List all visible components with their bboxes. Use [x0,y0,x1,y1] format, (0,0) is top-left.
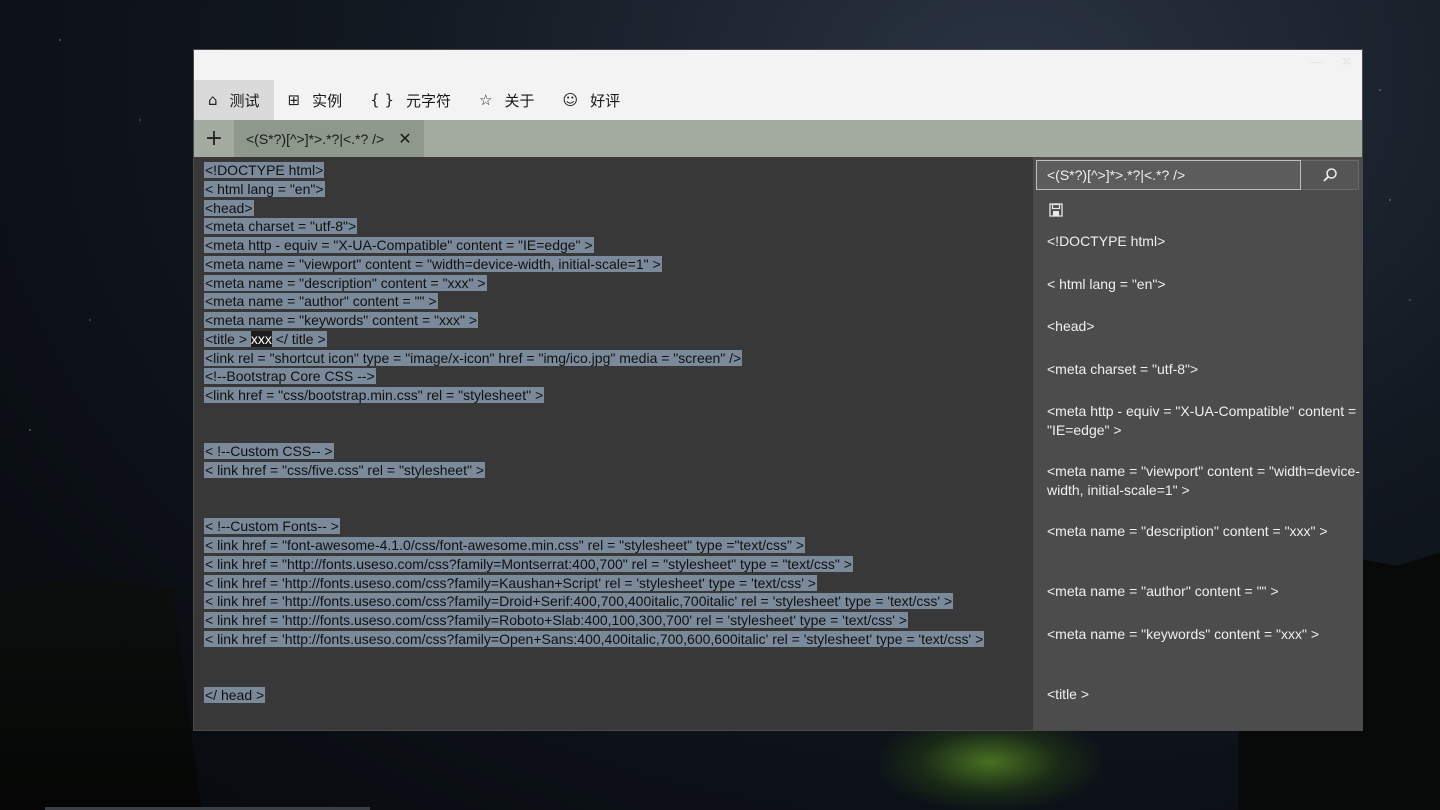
result-item[interactable]: <meta name = "description" content = "xx… [1047,520,1362,580]
editor-line: < link href = 'http://fonts.useso.com/cs… [204,574,817,591]
nav-item-metachars[interactable]: { } 元字符 [356,80,465,120]
editor-line: <!DOCTYPE html> [204,162,325,178]
title-bar: — ✕ [194,50,1362,80]
minimize-button[interactable]: — [1310,54,1323,70]
nav-label: 好评 [590,92,621,110]
editor-line: < link href = 'http://fonts.useso.com/cs… [204,593,954,610]
search-icon [1322,168,1337,182]
smiley-icon: ☺ [562,91,579,109]
add-tab-button[interactable]: + [194,120,234,157]
editor-line: <meta name = "viewport" content = "width… [204,255,662,272]
nav-label: 元字符 [406,92,452,110]
search-bar [1036,160,1359,190]
results-panel: <!DOCTYPE html>< html lang = "en"><head>… [1033,157,1362,730]
tab-label: <(S*?)[^>]*>.*?|<.*? /> [246,130,385,147]
match-results-list: <!DOCTYPE html> < html lang = "en"> <head>… [1033,230,1362,730]
grid-icon: ⊞ [287,91,301,109]
editor-line: <meta http - equiv = "X-UA-Compatible" c… [204,237,594,253]
editor-line: <title > xxx </ title > [204,330,327,347]
result-item[interactable]: </ title > [1047,725,1362,730]
result-item[interactable]: <meta name = "keywords" content = "xxx" … [1047,623,1362,683]
editor-line: < link href = 'http://fonts.useso.com/cs… [204,630,985,647]
nav-item-home[interactable]: ⌂ 测试 [194,80,274,120]
nav-label: 实例 [312,92,343,110]
editor-line: <meta charset = "utf-8"> [204,218,358,235]
text-editor[interactable]: <!DOCTYPE html> < html lang = "en"> <head>… [194,157,1033,730]
nav-bar: ⌂ 测试 ⊞ 实例 { } 元字符 ☆ 关于 ☺ 好评 [194,80,1362,120]
result-item[interactable]: <head> [1047,315,1362,358]
editor-line: < link href = "font-awesome-4.1.0/css/fo… [204,537,806,553]
search-button[interactable] [1301,160,1359,190]
nav-label: 测试 [229,92,260,110]
home-icon: ⌂ [208,91,218,109]
editor-line: <meta name = "description" content = "xx… [204,274,487,291]
nav-item-about[interactable]: ☆ 关于 [465,80,548,120]
braces-icon: { } [370,91,394,109]
editor-line: < link href = "css/five.css" rel = "styl… [204,462,485,478]
result-item[interactable]: <meta charset = "utf-8"> [1047,358,1362,401]
editor-line: </ head > [204,687,266,703]
tab-regex[interactable]: <(S*?)[^>]*>.*?|<.*? /> ✕ [234,120,424,157]
editor-line: <meta name = "keywords" content = "xxx" … [204,312,479,328]
editor-line: < link href = "http://fonts.useso.com/cs… [204,555,853,572]
editor-line: < link href = 'http://fonts.useso.com/cs… [204,612,909,628]
editor-line: <link href = "css/bootstrap.min.css" rel… [204,387,545,403]
result-item[interactable]: <title > [1047,683,1362,726]
result-item[interactable]: <!DOCTYPE html> [1047,230,1362,273]
editor-line: < html lang = "en"> [204,180,325,197]
app-window: — ✕ ⌂ 测试 ⊞ 实例 { } 元字符 ☆ 关于 ☺ 好评 + <(S*?)[^>]*>.*?… [194,50,1362,730]
result-item[interactable]: <meta name = "author" content = "" > [1047,580,1362,623]
close-window-button[interactable]: ✕ [1341,54,1352,70]
nav-item-rate[interactable]: ☺ 好评 [548,80,634,120]
regex-input[interactable] [1036,160,1301,190]
editor-line: <meta name = "author" content = "" > [204,293,438,310]
result-item[interactable]: <meta name = "viewport" content = "width… [1047,460,1362,520]
editor-line: <head> [204,199,254,216]
editor-line: <!--Bootstrap Core CSS --> [204,368,376,385]
result-item[interactable]: < html lang = "en"> [1047,273,1362,316]
tab-bar: + <(S*?)[^>]*>.*?|<.*? /> ✕ [194,120,1362,157]
nav-label: 关于 [504,92,535,110]
save-icon[interactable] [1049,203,1063,217]
editor-line: < !--Custom CSS-- > [204,443,334,460]
nav-item-examples[interactable]: ⊞ 实例 [274,80,357,120]
editor-line: <link rel = "shortcut icon" type = "imag… [204,349,743,366]
star-icon: ☆ [479,91,493,109]
editor-line: < !--Custom Fonts-- > [204,518,340,535]
close-icon[interactable]: ✕ [398,129,411,148]
result-item[interactable]: <meta http - equiv = "X-UA-Compatible" c… [1047,400,1362,460]
current-match-highlight: xxx [250,330,272,347]
